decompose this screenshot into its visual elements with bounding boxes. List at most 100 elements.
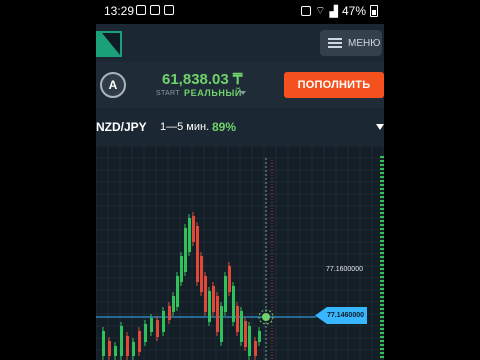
volume-strip xyxy=(380,292,384,294)
candle-body xyxy=(200,256,203,292)
candle-body xyxy=(138,331,141,352)
avatar[interactable]: A xyxy=(100,72,126,98)
volume-strip xyxy=(380,220,384,222)
signal-icon: ▟ xyxy=(329,5,338,18)
volume-strip xyxy=(380,224,384,226)
volume-strip xyxy=(380,344,384,346)
balance-value[interactable]: 61,838.03 ₸ xyxy=(162,70,242,88)
volume-strip xyxy=(380,248,384,250)
volume-strip xyxy=(380,212,384,214)
asset-duration: 1—5 мин. xyxy=(160,121,210,133)
volume-strip xyxy=(380,332,384,334)
volume-strip xyxy=(380,264,384,266)
candle-body xyxy=(212,286,215,312)
menu-label: МЕНЮ xyxy=(348,37,381,49)
volume-strip xyxy=(380,204,384,206)
battery-percent: 47% xyxy=(341,4,366,18)
status-bar: 13:29 ⌔ ▟ 47% xyxy=(96,0,384,24)
volume-strip xyxy=(380,164,384,166)
candle-body xyxy=(176,276,179,307)
volume-strip xyxy=(380,304,384,306)
candle-body xyxy=(236,306,239,332)
candle-body xyxy=(254,341,257,356)
volume-strip xyxy=(380,280,384,282)
volume-strip xyxy=(380,244,384,246)
volume-strip xyxy=(380,192,384,194)
candle-body xyxy=(150,318,153,332)
candle-body xyxy=(248,326,251,356)
volume-strip xyxy=(380,328,384,330)
candle-body xyxy=(114,346,117,356)
lock-icon xyxy=(301,6,312,16)
candle-body xyxy=(102,331,105,356)
volume-strip xyxy=(380,352,384,354)
deposit-button[interactable]: ПОПОЛНИТЬ xyxy=(284,72,384,98)
price-chart[interactable] xyxy=(96,146,384,360)
download-icon xyxy=(150,5,160,15)
top-navbar: МЕНЮ xyxy=(96,24,384,63)
volume-strip xyxy=(380,276,384,278)
notification-icons xyxy=(136,5,174,15)
volume-strip xyxy=(380,180,384,182)
battery-icon xyxy=(370,5,378,17)
candle-body xyxy=(232,286,235,322)
volume-strip xyxy=(380,216,384,218)
volume-strip xyxy=(380,200,384,202)
volume-strip xyxy=(380,176,384,178)
candle-body xyxy=(180,256,183,282)
volume-strip xyxy=(380,260,384,262)
system-icons: ⌔ ▟ 47% xyxy=(301,4,378,18)
volume-strip xyxy=(380,156,384,158)
volume-strip xyxy=(380,172,384,174)
candle-body xyxy=(126,336,129,356)
account-bar: A 61,838.03 ₸ START РЕАЛЬНЫЙ ПОПОЛНИТЬ xyxy=(96,62,384,109)
volume-strip xyxy=(380,356,384,358)
volume-strip xyxy=(380,160,384,162)
volume-strip xyxy=(380,340,384,342)
asset-name[interactable]: NZD/JPY xyxy=(96,120,147,134)
volume-strip xyxy=(380,336,384,338)
volume-strip xyxy=(380,320,384,322)
candle-body xyxy=(162,311,165,332)
candle-body xyxy=(168,306,171,320)
price-marker-dot xyxy=(262,313,270,321)
volume-strip xyxy=(380,252,384,254)
candle-body xyxy=(240,311,243,342)
asset-dropdown-icon[interactable] xyxy=(376,124,384,130)
candle-body xyxy=(216,296,219,332)
candle-body xyxy=(220,306,223,342)
volume-strip xyxy=(380,316,384,318)
volume-strip xyxy=(380,256,384,258)
app-logo[interactable] xyxy=(96,31,122,57)
status-time: 13:29 xyxy=(104,4,135,18)
volume-strip xyxy=(380,232,384,234)
volume-strip xyxy=(380,184,384,186)
candle-body xyxy=(208,291,211,322)
candle-body xyxy=(144,324,147,342)
volume-strip xyxy=(380,188,384,190)
volume-strip xyxy=(380,268,384,270)
chevron-down-icon[interactable] xyxy=(240,91,246,95)
asset-bar[interactable]: NZD/JPY 1—5 мин. 89% xyxy=(96,108,384,147)
current-price-value: 77.1460000 xyxy=(327,312,364,319)
volume-strip xyxy=(380,228,384,230)
candle-body xyxy=(108,341,111,356)
app-icon xyxy=(164,5,174,15)
candle-body xyxy=(196,226,199,282)
volume-strip xyxy=(380,168,384,170)
candle-body xyxy=(172,296,175,312)
chart-canvas[interactable] xyxy=(96,146,384,360)
account-type[interactable]: РЕАЛЬНЫЙ xyxy=(184,88,242,98)
candle-body xyxy=(244,321,247,347)
gallery-icon xyxy=(136,5,146,15)
volume-strip xyxy=(380,284,384,286)
candle-body xyxy=(192,216,195,242)
price-level-label: 77.1600000 xyxy=(326,266,363,273)
candle-body xyxy=(132,342,135,356)
candle-body xyxy=(204,276,207,312)
volume-strip xyxy=(380,308,384,310)
menu-button[interactable]: МЕНЮ xyxy=(320,30,382,56)
volume-strip xyxy=(380,324,384,326)
wifi-icon: ⌔ xyxy=(315,5,326,17)
start-label: START xyxy=(156,90,180,97)
